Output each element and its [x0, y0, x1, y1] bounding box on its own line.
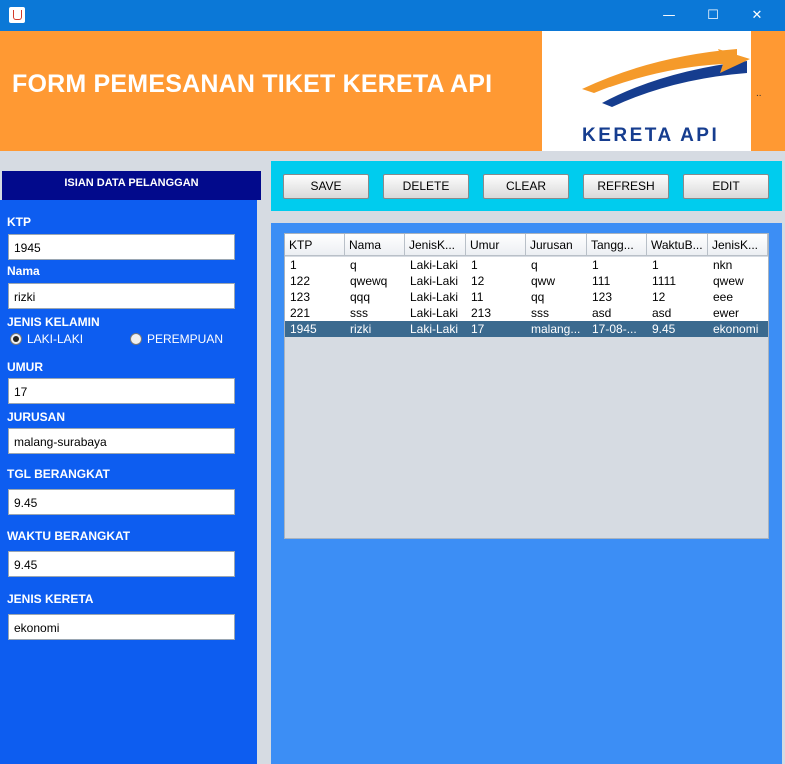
table-cell: 122	[290, 274, 311, 288]
ktp-label: KTP	[7, 215, 31, 229]
jurusan-label: JURUSAN	[7, 410, 66, 424]
umur-label: UMUR	[7, 360, 43, 374]
table-cell: 1	[290, 258, 297, 272]
delete-button[interactable]: DELETE	[383, 174, 469, 199]
table-cell: 17-08-...	[592, 322, 637, 336]
table-cell: qww	[531, 274, 556, 288]
column-header[interactable]: JenisK...	[405, 234, 466, 256]
java-app-icon	[9, 7, 25, 23]
column-header[interactable]: Umur	[466, 234, 526, 256]
waktu-berangkat-label: WAKTU BERANGKAT	[7, 529, 131, 543]
table-cell: qqq	[350, 290, 371, 304]
radio-perempuan[interactable]: PEREMPUAN	[130, 332, 223, 346]
jenis-kereta-label: JENIS KERETA	[7, 592, 94, 606]
table-cell: 12	[652, 290, 666, 304]
jenis-kelamin-label: JENIS KELAMIN	[7, 315, 100, 329]
logo-text: KERETA API	[582, 125, 720, 146]
tgl-berangkat-field[interactable]: 9.45	[8, 489, 235, 515]
waktu-berangkat-field[interactable]: 9.45	[8, 551, 235, 577]
minimize-button[interactable]: —	[646, 0, 692, 31]
table-cell: qwew	[713, 274, 744, 288]
jurusan-field[interactable]: malang-surabaya	[8, 428, 235, 454]
table-cell: 123	[290, 290, 311, 304]
table-cell: Laki-Laki	[410, 290, 459, 304]
kereta-api-logo: KERETA API	[542, 31, 751, 151]
table-cell: qq	[531, 290, 545, 304]
table-cell: 9.45	[652, 322, 676, 336]
table-cell: Laki-Laki	[410, 258, 459, 272]
table-row[interactable]: 123 qqq Laki-Laki 11 qq 123 12 eee	[285, 289, 768, 305]
table-row[interactable]: 221 sss Laki-Laki 213 sss asd asd ewer	[285, 305, 768, 321]
table-cell: ekonomi	[713, 322, 759, 336]
table-cell: 123	[592, 290, 613, 304]
table-cell: asd	[652, 306, 672, 320]
maximize-button[interactable]: ☐	[690, 0, 736, 31]
edit-button[interactable]: EDIT	[683, 174, 769, 199]
table-cell: qwewq	[350, 274, 388, 288]
table-cell: Laki-Laki	[410, 306, 459, 320]
table-cell: nkn	[713, 258, 733, 272]
table-cell: 1945	[290, 322, 317, 336]
radio-unselected-icon	[130, 333, 142, 345]
column-header[interactable]: Tangg...	[587, 234, 647, 256]
table-cell: Laki-Laki	[410, 322, 459, 336]
table-cell: Laki-Laki	[410, 274, 459, 288]
table-cell: ewer	[713, 306, 740, 320]
clear-button[interactable]: CLEAR	[483, 174, 569, 199]
table-cell: sss	[531, 306, 549, 320]
table-cell: 221	[290, 306, 311, 320]
table-row[interactable]: 122 qwewq Laki-Laki 12 qww 111 1111 qwew	[285, 273, 768, 289]
ktp-field[interactable]: 1945	[8, 234, 235, 260]
radio-selected-icon	[10, 333, 22, 345]
column-header[interactable]: JenisK...	[708, 234, 768, 256]
table-cell: 111	[592, 274, 611, 288]
logo-arrow-icon	[582, 49, 750, 107]
umur-field[interactable]: 17	[8, 378, 235, 404]
column-header[interactable]: Jurusan	[526, 234, 587, 256]
table-cell: 213	[471, 306, 492, 320]
table-cell: 11	[471, 290, 484, 304]
table-cell: malang...	[531, 322, 581, 336]
save-button[interactable]: SAVE	[283, 174, 369, 199]
nama-field[interactable]: rizki	[8, 283, 235, 309]
table-cell: q	[531, 258, 538, 272]
table-cell: 1	[592, 258, 599, 272]
column-header[interactable]: KTP	[285, 234, 345, 256]
header-label: ..	[756, 88, 762, 99]
table-cell: 1111	[652, 274, 677, 288]
table-cell: 1	[471, 258, 478, 272]
table-row[interactable]: 1 q Laki-Laki 1 q 1 1 nkn	[285, 257, 768, 273]
table-cell: eee	[713, 290, 734, 304]
table-cell: rizki	[350, 322, 372, 336]
column-header[interactable]: WaktuB...	[647, 234, 708, 256]
table-cell: 17	[471, 322, 485, 336]
radio-laki-laki[interactable]: LAKI-LAKI	[10, 332, 83, 346]
close-button[interactable]: ✕	[734, 0, 780, 31]
table-cell: 1	[652, 258, 659, 272]
table-row[interactable]: 1945 rizki Laki-Laki 17 malang... 17-08-... 9.…	[285, 321, 768, 337]
table-cell: asd	[592, 306, 612, 320]
column-header[interactable]: Nama	[345, 234, 405, 256]
tgl-berangkat-label: TGL BERANGKAT	[7, 467, 110, 481]
table-cell: sss	[350, 306, 368, 320]
table-cell: q	[350, 258, 357, 272]
page-title: FORM PEMESANAN TIKET KERETA API	[12, 70, 493, 98]
form-section-title: ISIAN DATA PELANGGAN	[2, 171, 261, 200]
nama-label: Nama	[7, 264, 40, 278]
refresh-button[interactable]: REFRESH	[583, 174, 669, 199]
jenis-kereta-field[interactable]: ekonomi	[8, 614, 235, 640]
table-cell: 12	[471, 274, 485, 288]
